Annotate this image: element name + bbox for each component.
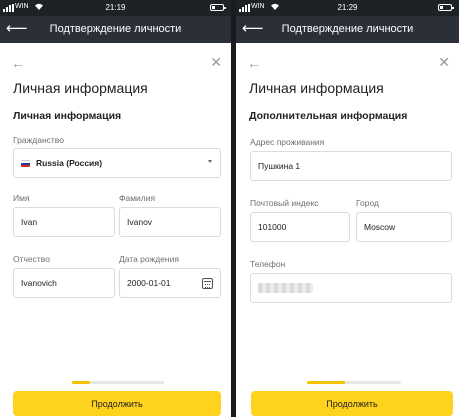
status-time: 21:19 bbox=[105, 3, 126, 12]
battery-icon bbox=[438, 4, 454, 11]
last-name-label: Фамилия bbox=[119, 193, 156, 203]
screen-additional-info: WIN 21:29 ⟵ Подтверждение личности ← ✕ Л… bbox=[236, 0, 459, 417]
postal-code-value: 101000 bbox=[258, 222, 287, 232]
phone-value-redacted bbox=[258, 283, 313, 293]
birth-date-label: Дата рождения bbox=[119, 254, 179, 264]
patronymic-value: Ivanovich bbox=[21, 278, 57, 288]
progress-fill bbox=[72, 381, 91, 384]
app-bar-title: Подтверждение личности bbox=[49, 23, 182, 35]
form-content: ← ✕ Личная информация Дополнительная инф… bbox=[236, 43, 459, 417]
section-title: Дополнительная информация bbox=[249, 110, 408, 122]
citizenship-value: Russia (Россия) bbox=[36, 158, 103, 168]
status-bar: WIN 21:29 bbox=[236, 0, 459, 16]
app-bar: ⟵ Подтверждение личности bbox=[236, 16, 459, 43]
address-field[interactable]: Пушкина 1 bbox=[250, 151, 452, 181]
continue-button[interactable]: Продолжить bbox=[251, 391, 453, 416]
postal-code-field[interactable]: 101000 bbox=[250, 212, 350, 242]
last-name-field[interactable]: Ivanov bbox=[119, 207, 221, 237]
screen-personal-info: WIN 21:19 ⟵ Подтверждение личности ← ✕ Л… bbox=[0, 0, 231, 417]
address-label: Адрес проживания bbox=[250, 137, 325, 147]
birth-date-value: 2000-01-01 bbox=[127, 278, 171, 288]
city-label: Город bbox=[356, 198, 379, 208]
citizenship-label: Гражданство bbox=[13, 135, 64, 145]
status-bar: WIN 21:19 bbox=[0, 0, 231, 16]
continue-button[interactable]: Продолжить bbox=[13, 391, 221, 416]
patronymic-label: Отчество bbox=[13, 254, 50, 264]
progress-fill bbox=[307, 381, 345, 384]
phone-label: Телефон bbox=[250, 259, 286, 269]
citizenship-select[interactable]: Russia (Россия) bbox=[13, 148, 221, 178]
calendar-icon[interactable] bbox=[202, 278, 213, 289]
step-back-icon[interactable]: ← bbox=[247, 55, 261, 71]
chevron-down-icon bbox=[208, 160, 212, 163]
phone-field[interactable] bbox=[250, 273, 452, 303]
first-name-value: Ivan bbox=[21, 217, 38, 227]
section-title: Личная информация bbox=[13, 110, 122, 122]
status-time: 21:29 bbox=[337, 3, 358, 12]
step-back-icon[interactable]: ← bbox=[11, 55, 25, 71]
page-title: Личная информация bbox=[13, 80, 148, 96]
app-bar-title: Подтверждение личности bbox=[281, 23, 414, 35]
close-icon[interactable]: ✕ bbox=[438, 54, 450, 71]
form-content: ← ✕ Личная информация Личная информация … bbox=[0, 43, 231, 417]
progress-bar bbox=[307, 381, 401, 384]
birth-date-field[interactable]: 2000-01-01 bbox=[119, 268, 221, 298]
postal-code-label: Почтовый индекс bbox=[250, 198, 319, 208]
last-name-value: Ivanov bbox=[127, 217, 153, 227]
page-title: Личная информация bbox=[249, 80, 384, 96]
russia-flag-icon bbox=[21, 159, 30, 167]
address-value: Пушкина 1 bbox=[258, 161, 301, 171]
battery-icon bbox=[210, 4, 226, 11]
app-bar: ⟵ Подтверждение личности bbox=[0, 16, 231, 43]
close-icon[interactable]: ✕ bbox=[210, 54, 222, 71]
first-name-field[interactable]: Ivan bbox=[13, 207, 115, 237]
patronymic-field[interactable]: Ivanovich bbox=[13, 268, 115, 298]
city-field[interactable]: Moscow bbox=[356, 212, 452, 242]
city-value: Moscow bbox=[364, 222, 396, 232]
first-name-label: Имя bbox=[13, 193, 30, 203]
progress-bar bbox=[72, 381, 164, 384]
